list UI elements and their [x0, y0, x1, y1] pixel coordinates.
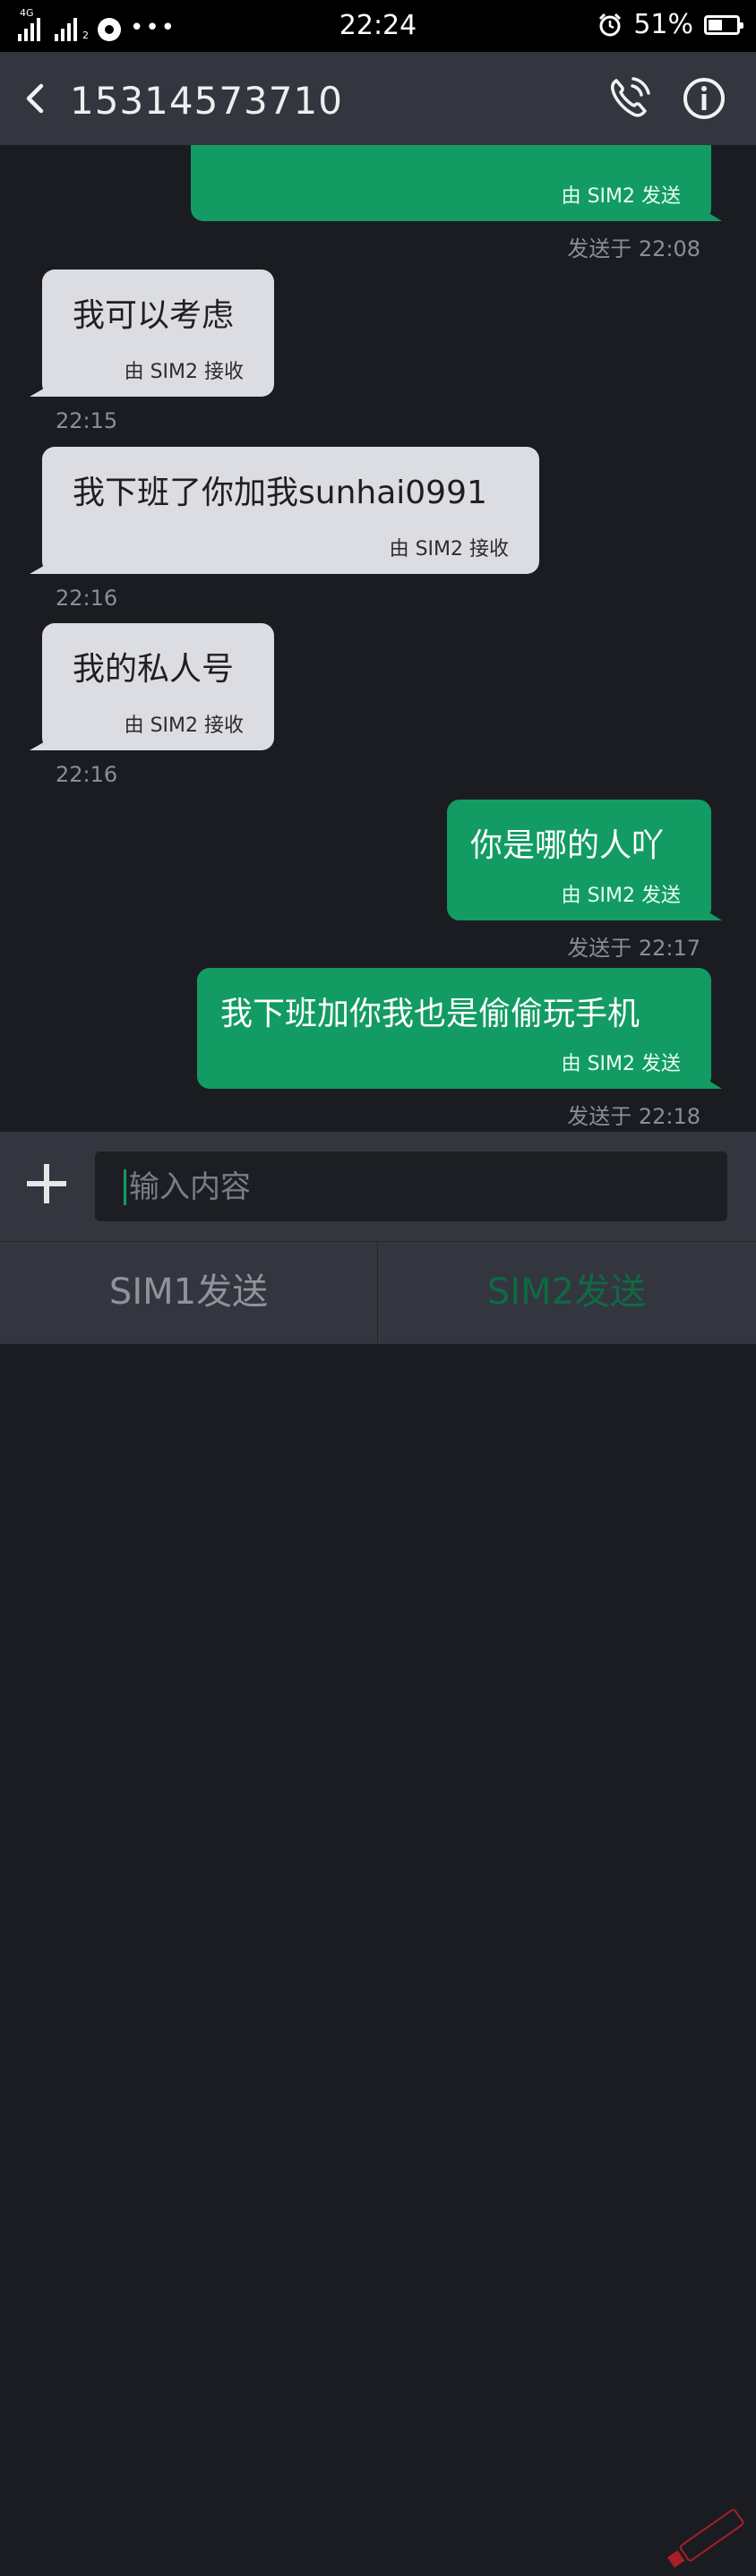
sim-indicator: 由 SIM2 接收 — [389, 538, 509, 561]
sim-indicator: 由 SIM2 发送 — [561, 185, 681, 208]
message-text: 我可以考虑 — [73, 297, 235, 334]
composer-bar — [0, 1132, 756, 1241]
sim-indicator: 由 SIM2 发送 — [561, 1053, 681, 1075]
status-bar: 4G 2 ••• 22:24 51% — [0, 0, 756, 52]
sim-indicator: 由 SIM2 接收 — [124, 715, 244, 737]
message-bubble-received[interactable]: 我的私人号 由 SIM2 接收 — [42, 623, 274, 750]
message-input[interactable] — [127, 1151, 704, 1223]
message-timestamp: 发送于 22:17 — [567, 936, 700, 961]
message-bubble-sent[interactable]: 由 SIM2 发送 — [191, 145, 711, 221]
text-caret — [124, 1169, 126, 1205]
send-sim1-button[interactable]: SIM1发送 — [0, 1242, 377, 1344]
send-button-bar: SIM1发送 SIM2发送 — [0, 1241, 756, 2568]
message-timestamp: 22:16 — [56, 586, 118, 611]
sim-indicator: 由 SIM2 接收 — [124, 361, 244, 383]
message-text: 我下班了你加我sunhai0991 — [73, 475, 487, 511]
message-text: 你是哪的人吖 — [470, 827, 665, 864]
message-text: 我的私人号 — [73, 651, 235, 688]
battery-percent: 51% — [633, 9, 693, 40]
battery-fill — [709, 19, 722, 30]
message-input-box[interactable] — [95, 1151, 727, 1223]
back-icon[interactable] — [20, 79, 56, 118]
message-text: 我下班加你我也是偷偷玩手机 — [220, 996, 640, 1032]
message-bubble-sent[interactable]: 你是哪的人吖 由 SIM2 发送 — [447, 800, 711, 920]
message-bubble-sent[interactable]: 我下班加你我也是偷偷玩手机 由 SIM2 发送 — [197, 968, 711, 1089]
contact-number-title: 15314573710 — [70, 79, 343, 123]
message-thread[interactable]: 由 SIM2 发送 发送于 22:08 我可以考虑 由 SIM2 接收 22:1… — [0, 145, 756, 1132]
message-timestamp: 22:16 — [56, 762, 118, 787]
conversation-header: 15314573710 — [0, 52, 756, 145]
info-icon[interactable] — [681, 75, 727, 122]
alarm-icon — [599, 13, 622, 36]
sim-indicator: 由 SIM2 发送 — [561, 885, 681, 907]
message-bubble-received[interactable]: 我下班了你加我sunhai0991 由 SIM2 接收 — [42, 447, 539, 574]
message-timestamp: 发送于 22:08 — [567, 236, 700, 261]
battery-icon — [704, 14, 743, 35]
watermark-logo-icon — [666, 2509, 744, 2568]
message-timestamp: 发送于 22:18 — [567, 1104, 700, 1129]
message-bubble-received[interactable]: 我可以考虑 由 SIM2 接收 — [42, 270, 274, 397]
plus-icon[interactable] — [25, 1162, 68, 1205]
message-timestamp: 22:15 — [56, 408, 118, 433]
phone-call-icon[interactable] — [606, 75, 652, 122]
send-sim2-button[interactable]: SIM2发送 — [378, 1242, 755, 1344]
